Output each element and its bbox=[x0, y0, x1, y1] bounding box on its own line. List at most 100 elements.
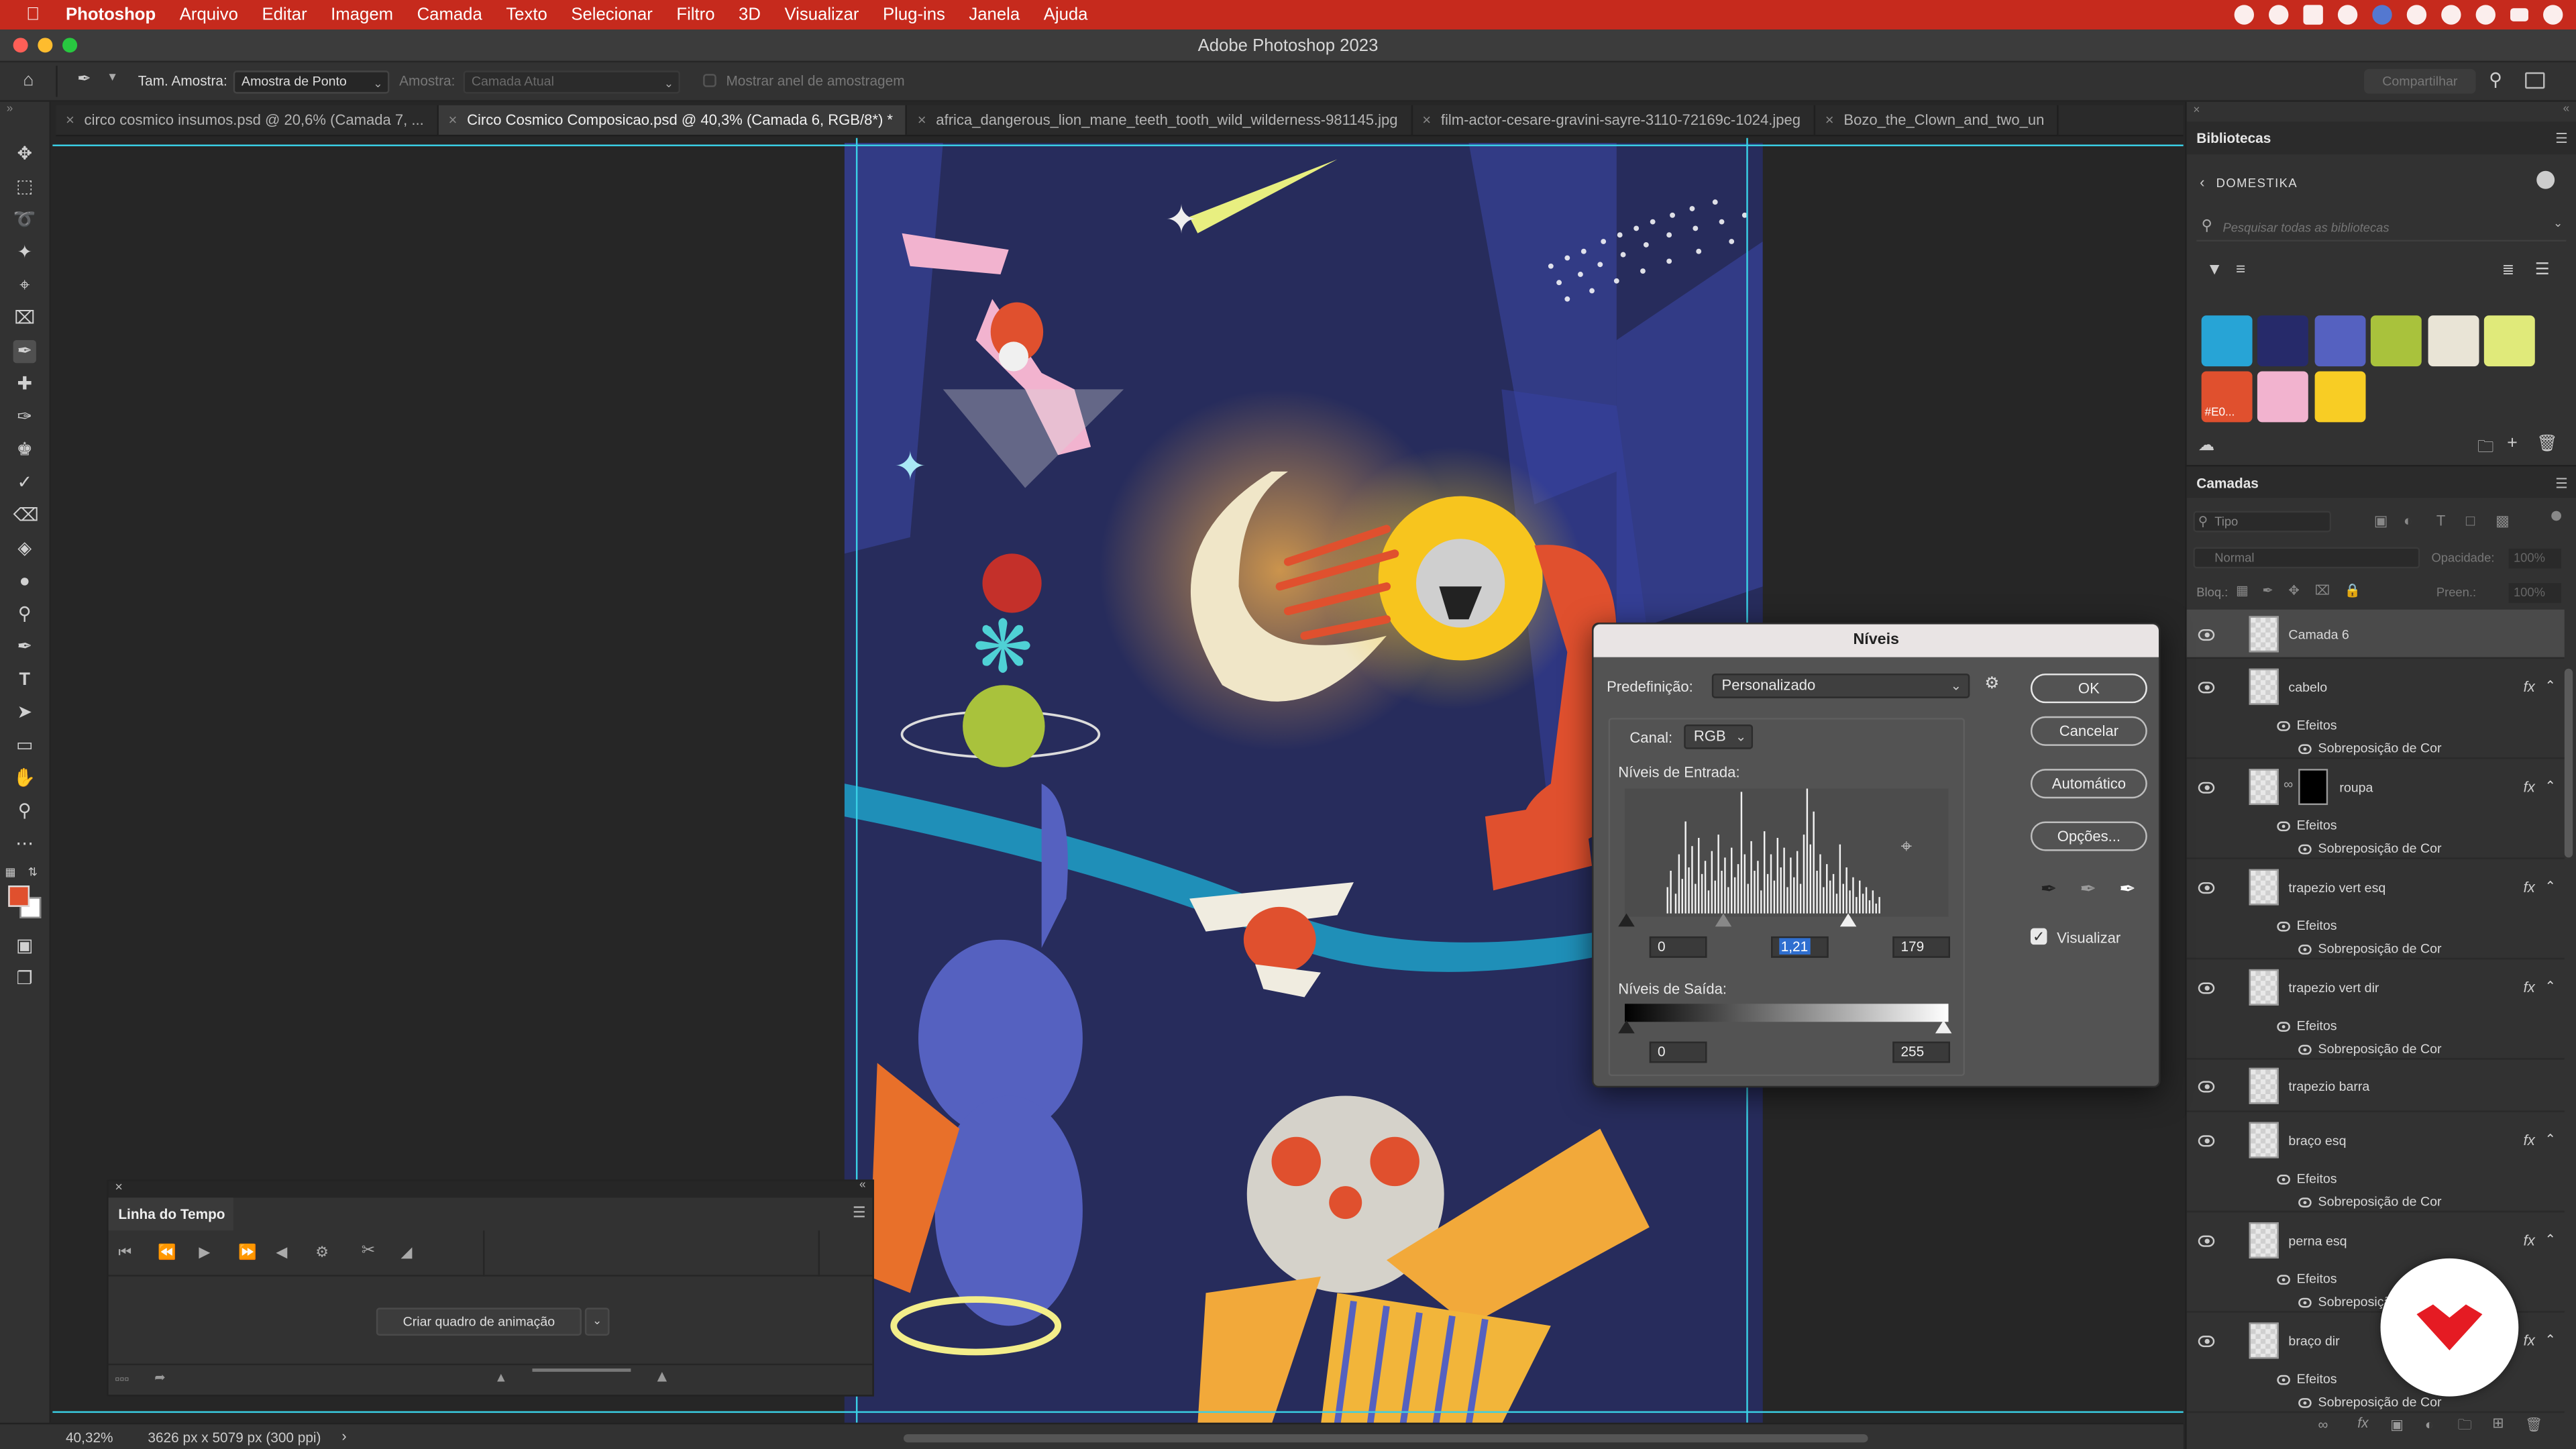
lock-artboard-icon[interactable]: ⌧ bbox=[2315, 583, 2330, 598]
sort-icon[interactable]: ≡ bbox=[2236, 261, 2245, 279]
menu-janela[interactable]: Janela bbox=[969, 5, 1020, 24]
magic-wand-tool-icon[interactable]: ✦ bbox=[13, 241, 36, 264]
output-white-field[interactable]: 255 bbox=[1892, 1041, 1950, 1063]
add-style-icon[interactable]: fx bbox=[2357, 1415, 2368, 1431]
dodge-tool-icon[interactable]: ⚲ bbox=[13, 603, 36, 626]
close-tab-icon[interactable]: × bbox=[1825, 112, 1834, 128]
split-icon[interactable]: ✂ bbox=[362, 1242, 376, 1260]
chevron-up-icon[interactable]: ⌃ bbox=[2544, 979, 2555, 994]
eraser-tool-icon[interactable]: ⌫ bbox=[13, 504, 39, 527]
filter-toggle[interactable] bbox=[2551, 511, 2561, 521]
filter-smart-object-icon[interactable]: ▩ bbox=[2496, 513, 2510, 531]
input-white-field[interactable]: 179 bbox=[1892, 936, 1950, 958]
frame-tool-icon[interactable]: ⌧ bbox=[13, 307, 36, 330]
menu-3d[interactable]: 3D bbox=[739, 5, 761, 24]
audio-icon[interactable]: ◀ bbox=[276, 1244, 287, 1262]
white-point-eyedropper-icon[interactable]: ✒ bbox=[2119, 877, 2136, 900]
output-black-field[interactable]: 0 bbox=[1649, 1041, 1707, 1063]
lock-position-icon[interactable]: ✥ bbox=[2288, 583, 2299, 598]
first-frame-icon[interactable]: ⏮ bbox=[118, 1244, 131, 1262]
screen-mode-icon[interactable]: ❐ bbox=[13, 967, 36, 990]
user-avatar-icon[interactable] bbox=[2536, 170, 2555, 189]
effects-eye-icon[interactable] bbox=[2277, 1375, 2290, 1385]
trash-icon[interactable]: 🗑 bbox=[2536, 435, 2557, 453]
effect-eye-icon[interactable] bbox=[2298, 1044, 2312, 1055]
hand-tool-icon[interactable]: ✋ bbox=[13, 767, 36, 790]
sampling-ring-checkbox[interactable] bbox=[703, 74, 716, 87]
zoom-level[interactable]: 40,32% bbox=[66, 1430, 113, 1446]
chevron-right-icon[interactable]: › bbox=[341, 1428, 346, 1444]
chevron-up-icon[interactable]: ⌃ bbox=[2544, 879, 2555, 894]
transition-icon[interactable]: ◢ bbox=[401, 1244, 413, 1262]
tab-document-3[interactable]: × africa_dangerous_lion_mane_teeth_tooth_… bbox=[908, 105, 1413, 135]
render-icon[interactable]: ➦ bbox=[154, 1370, 165, 1385]
visibility-eye-icon[interactable] bbox=[2198, 629, 2215, 641]
path-selection-tool-icon[interactable]: ➤ bbox=[13, 702, 36, 724]
zoom-tool-icon[interactable]: ⚲ bbox=[13, 800, 36, 823]
folder-icon[interactable]: 🗀 bbox=[2477, 435, 2493, 464]
zoom-window-icon[interactable] bbox=[62, 38, 78, 53]
library-search-input[interactable] bbox=[2222, 215, 2535, 239]
healing-brush-tool-icon[interactable]: ✚ bbox=[13, 373, 36, 396]
marquee-tool-icon[interactable]: ⬚ bbox=[13, 176, 36, 199]
list-view-icon[interactable]: ☰ bbox=[2535, 261, 2550, 279]
quick-mask-icon[interactable]: ▣ bbox=[13, 934, 36, 957]
layers-title[interactable]: Camadas bbox=[2196, 475, 2259, 491]
tab-document-2[interactable]: × Circo Cosmico Composicao.psd @ 40,3% (C… bbox=[438, 105, 908, 135]
channel-select[interactable]: RGB ⌄ bbox=[1684, 724, 1754, 749]
link-icon[interactable]: ∞ bbox=[2284, 777, 2293, 792]
blur-tool-icon[interactable]: ● bbox=[13, 570, 36, 593]
menu-photoshop[interactable]: Photoshop bbox=[66, 5, 156, 24]
airplay-icon[interactable] bbox=[2406, 5, 2427, 25]
visibility-eye-icon[interactable] bbox=[2198, 982, 2215, 994]
layer-row-roupa[interactable]: ∞ roupa fx ⌃ Efeitos Sobreposição de Cor bbox=[2186, 761, 2565, 859]
output-white-slider[interactable] bbox=[1935, 1020, 1952, 1034]
layer-row-cabelo[interactable]: cabelo fx ⌃ Efeitos Sobreposição de Cor bbox=[2186, 660, 2565, 759]
effects-eye-icon[interactable] bbox=[2277, 921, 2290, 932]
preset-select[interactable]: Personalizado ⌄ bbox=[1711, 674, 1970, 698]
fx-icon[interactable]: fx bbox=[2524, 779, 2535, 795]
menu-plugins[interactable]: Plug-ins bbox=[883, 5, 945, 24]
control-center-icon[interactable] bbox=[2543, 5, 2563, 25]
crop-tool-icon[interactable]: ⌖ bbox=[13, 274, 36, 297]
search-icon[interactable]: ⚲ bbox=[2489, 69, 2502, 90]
fill-field[interactable]: 100% bbox=[2508, 583, 2561, 603]
chevron-up-icon[interactable]: ⌃ bbox=[2544, 1332, 2555, 1347]
cloud-icon[interactable]: ☁ bbox=[2198, 437, 2214, 455]
type-tool-icon[interactable]: T bbox=[13, 669, 36, 692]
search-menu-icon[interactable] bbox=[2475, 5, 2496, 25]
input-black-slider[interactable] bbox=[1618, 913, 1635, 927]
collapse-icon[interactable]: « bbox=[859, 1179, 866, 1191]
move-tool-icon[interactable]: ✥ bbox=[13, 143, 36, 166]
add-mask-icon[interactable]: ▣ bbox=[2390, 1416, 2404, 1434]
menu-ajuda[interactable]: Ajuda bbox=[1044, 5, 1088, 24]
input-gamma-field[interactable]: 1,21 bbox=[1771, 936, 1829, 958]
effect-eye-icon[interactable] bbox=[2298, 945, 2312, 955]
guide-horizontal-top[interactable] bbox=[52, 144, 2184, 146]
chevron-down-icon[interactable]: ⌄ bbox=[2553, 217, 2563, 230]
effects-eye-icon[interactable] bbox=[2277, 721, 2290, 731]
visibility-eye-icon[interactable] bbox=[2198, 1235, 2215, 1247]
menu-camada[interactable]: Camada bbox=[417, 5, 482, 24]
menu-filtro[interactable]: Filtro bbox=[676, 5, 714, 24]
effect-eye-icon[interactable] bbox=[2298, 1197, 2312, 1208]
layer-kind-filter[interactable]: ⚲ Tipo bbox=[2193, 511, 2332, 533]
new-layer-icon[interactable]: ⊞ bbox=[2492, 1415, 2504, 1433]
gray-point-eyedropper-icon[interactable]: ✒ bbox=[2080, 877, 2096, 900]
swap-colors-icon[interactable]: ⇅ bbox=[28, 866, 38, 879]
close-tab-icon[interactable]: × bbox=[449, 112, 458, 128]
home-icon[interactable]: ⌂ bbox=[23, 70, 46, 90]
sample-size-select[interactable]: Amostra de Ponto ⌄ bbox=[233, 70, 390, 94]
add-icon[interactable]: + bbox=[2507, 434, 2518, 453]
color-swatch[interactable] bbox=[2483, 315, 2535, 367]
color-swatch[interactable]: #E0... bbox=[2201, 371, 2253, 423]
auto-button[interactable]: Automático bbox=[2030, 769, 2147, 799]
lock-transparent-icon[interactable]: ▦ bbox=[2236, 583, 2249, 598]
link-layers-icon[interactable]: ∞ bbox=[2318, 1416, 2328, 1432]
fx-icon[interactable]: fx bbox=[2524, 1232, 2535, 1248]
share-button[interactable]: Compartilhar bbox=[2364, 68, 2476, 94]
fx-icon[interactable]: fx bbox=[2524, 879, 2535, 895]
paint-bucket-tool-icon[interactable]: ◈ bbox=[13, 537, 36, 560]
wifi-icon[interactable] bbox=[2441, 5, 2461, 25]
globe-icon[interactable] bbox=[2372, 5, 2392, 25]
